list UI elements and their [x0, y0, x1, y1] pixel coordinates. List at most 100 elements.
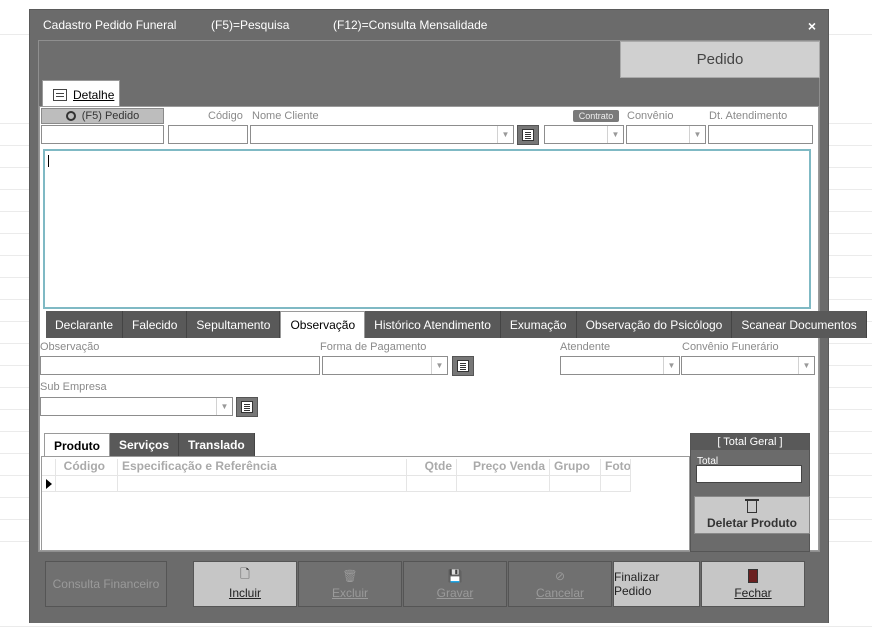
chevron-down-icon[interactable]: ▼ — [216, 398, 232, 415]
pedido-header-badge: Pedido — [620, 41, 820, 78]
chevron-down-icon[interactable]: ▼ — [663, 357, 679, 374]
convenio-label: Convênio — [627, 110, 674, 122]
tab-historico-atendimento[interactable]: Histórico Atendimento — [365, 311, 501, 338]
pedido-funeral-window: Cadastro Pedido Funeral (F5)=Pesquisa (F… — [29, 9, 867, 623]
convenio-funerario-label: Convênio Funerário — [682, 341, 779, 353]
trash-icon — [745, 498, 759, 513]
dt-atendimento-input[interactable] — [708, 125, 813, 144]
codigo-input[interactable] — [168, 125, 248, 144]
cell-grupo[interactable] — [550, 476, 601, 492]
col-qtde[interactable]: Qtde — [407, 459, 457, 475]
tab-servicos[interactable]: Serviços — [110, 433, 180, 457]
finalizar-pedido-button[interactable]: Finalizar Pedido — [613, 561, 700, 607]
col-preco-venda[interactable]: Preço Venda — [457, 459, 550, 475]
tab-detalhe[interactable]: Detalhe — [42, 80, 120, 108]
list-icon — [457, 360, 469, 372]
nome-cliente-label: Nome Cliente — [252, 110, 319, 122]
grid-header: Código Especificação e Referência Qtde P… — [42, 459, 631, 475]
tab-observacao-psicologo[interactable]: Observação do Psicólogo — [576, 311, 733, 338]
chevron-down-icon[interactable]: ▼ — [431, 357, 447, 374]
tab-observacao[interactable]: Observação — [280, 311, 366, 338]
sub-tabstrip: Declarante Falecido Sepultamento Observa… — [46, 311, 867, 338]
col-especificacao[interactable]: Especificação e Referência — [118, 459, 407, 475]
cancelar-label: Cancelar — [535, 585, 585, 600]
text-caret — [48, 155, 49, 167]
cell-preco-venda[interactable] — [457, 476, 550, 492]
forma-pagamento-combo[interactable]: ▼ — [322, 356, 448, 375]
bg-line — [0, 626, 872, 627]
table-row[interactable] — [42, 475, 631, 492]
contrato-combo[interactable]: ▼ — [544, 125, 624, 144]
fechar-button[interactable]: Fechar — [701, 561, 805, 607]
total-input[interactable] — [696, 465, 802, 483]
col-foto[interactable]: Foto — [601, 459, 631, 475]
consulta-financeiro-button[interactable]: Consulta Financeiro — [45, 561, 167, 607]
shortcut-f12-label: (F12)=Consulta Mensalidade — [333, 18, 488, 32]
tab-falecido[interactable]: Falecido — [123, 311, 188, 338]
convenio-funerario-combo[interactable]: ▼ — [681, 356, 815, 375]
nome-cliente-combo[interactable]: ▼ — [250, 125, 514, 144]
save-icon: 💾 — [447, 568, 463, 583]
gravar-label: Gravar — [436, 585, 474, 600]
col-codigo[interactable]: Código — [56, 459, 118, 475]
detalhe-panel: (F5) Pedido Código Nome Cliente Contrato… — [39, 106, 867, 552]
cell-especificacao[interactable] — [118, 476, 407, 492]
forma-pagamento-list-button[interactable] — [452, 356, 474, 376]
sub-empresa-combo[interactable]: ▼ — [40, 397, 233, 416]
codigo-label: Código — [208, 110, 243, 122]
total-geral-header: [ Total Geral ] — [691, 434, 809, 450]
deletar-produto-label: Deletar Produto — [706, 515, 797, 530]
chevron-down-icon[interactable]: ▼ — [497, 126, 513, 143]
tab-scanear-documentos[interactable]: Scanear Documentos — [732, 311, 867, 338]
contrato-button[interactable]: Contrato — [573, 110, 619, 122]
pedido-input[interactable] — [41, 125, 164, 144]
convenio-combo[interactable]: ▼ — [626, 125, 706, 144]
chevron-down-icon[interactable]: ▼ — [607, 126, 623, 143]
document-icon — [53, 88, 67, 101]
atendente-label: Atendente — [560, 341, 611, 353]
tab-detalhe-label: Detalhe — [73, 87, 115, 102]
sub-empresa-list-button[interactable] — [236, 397, 258, 417]
list-icon — [522, 129, 534, 141]
atendente-combo[interactable]: ▼ — [560, 356, 680, 375]
dt-atendimento-label: Dt. Atendimento — [709, 110, 788, 122]
grid-indicator-col — [42, 459, 56, 475]
incluir-label: Incluir — [228, 585, 261, 600]
cell-foto[interactable] — [601, 476, 631, 492]
chevron-down-icon[interactable]: ▼ — [798, 357, 814, 374]
tab-translado[interactable]: Translado — [179, 433, 255, 457]
fechar-label: Fechar — [734, 585, 772, 600]
observacao-memo[interactable] — [43, 149, 811, 309]
observacao-input[interactable] — [40, 356, 320, 375]
cell-codigo[interactable] — [56, 476, 118, 492]
trash-icon: 🗑 — [342, 568, 358, 583]
bottom-toolbar: Consulta Financeiro 🗋 Incluir 🗑 Excluir … — [30, 553, 828, 623]
list-icon — [241, 401, 253, 413]
title-bar[interactable]: Cadastro Pedido Funeral (F5)=Pesquisa (F… — [30, 10, 828, 38]
row-pointer-icon — [46, 479, 52, 489]
cancel-icon: ⊘ — [554, 568, 566, 583]
exit-door-icon — [748, 568, 758, 583]
magnifier-icon — [65, 111, 76, 121]
tab-produto[interactable]: Produto — [44, 433, 110, 457]
finalizar-pedido-label: Finalizar Pedido — [614, 570, 660, 598]
tab-declarante[interactable]: Declarante — [46, 311, 124, 338]
f5-pedido-button[interactable]: (F5) Pedido — [41, 108, 164, 124]
excluir-button[interactable]: 🗑 Excluir — [298, 561, 402, 607]
client-list-button[interactable] — [517, 125, 539, 145]
deletar-produto-button[interactable]: Deletar Produto — [694, 496, 810, 534]
incluir-button[interactable]: 🗋 Incluir — [193, 561, 297, 607]
excluir-label: Excluir — [331, 585, 368, 600]
cancelar-button[interactable]: ⊘ Cancelar — [508, 561, 612, 607]
product-grid[interactable]: Código Especificação e Referência Qtde P… — [41, 456, 690, 551]
row-indicator — [42, 476, 56, 492]
close-icon[interactable]: × — [808, 18, 816, 34]
col-grupo[interactable]: Grupo — [550, 459, 601, 475]
tab-exumacao[interactable]: Exumação — [500, 311, 577, 338]
product-tabstrip: Produto Serviços Translado — [44, 433, 255, 457]
chevron-down-icon[interactable]: ▼ — [689, 126, 705, 143]
tab-sepultamento[interactable]: Sepultamento — [187, 311, 281, 338]
gravar-button[interactable]: 💾 Gravar — [403, 561, 507, 607]
cell-qtde[interactable] — [407, 476, 457, 492]
observacao-label: Observação — [40, 341, 100, 353]
